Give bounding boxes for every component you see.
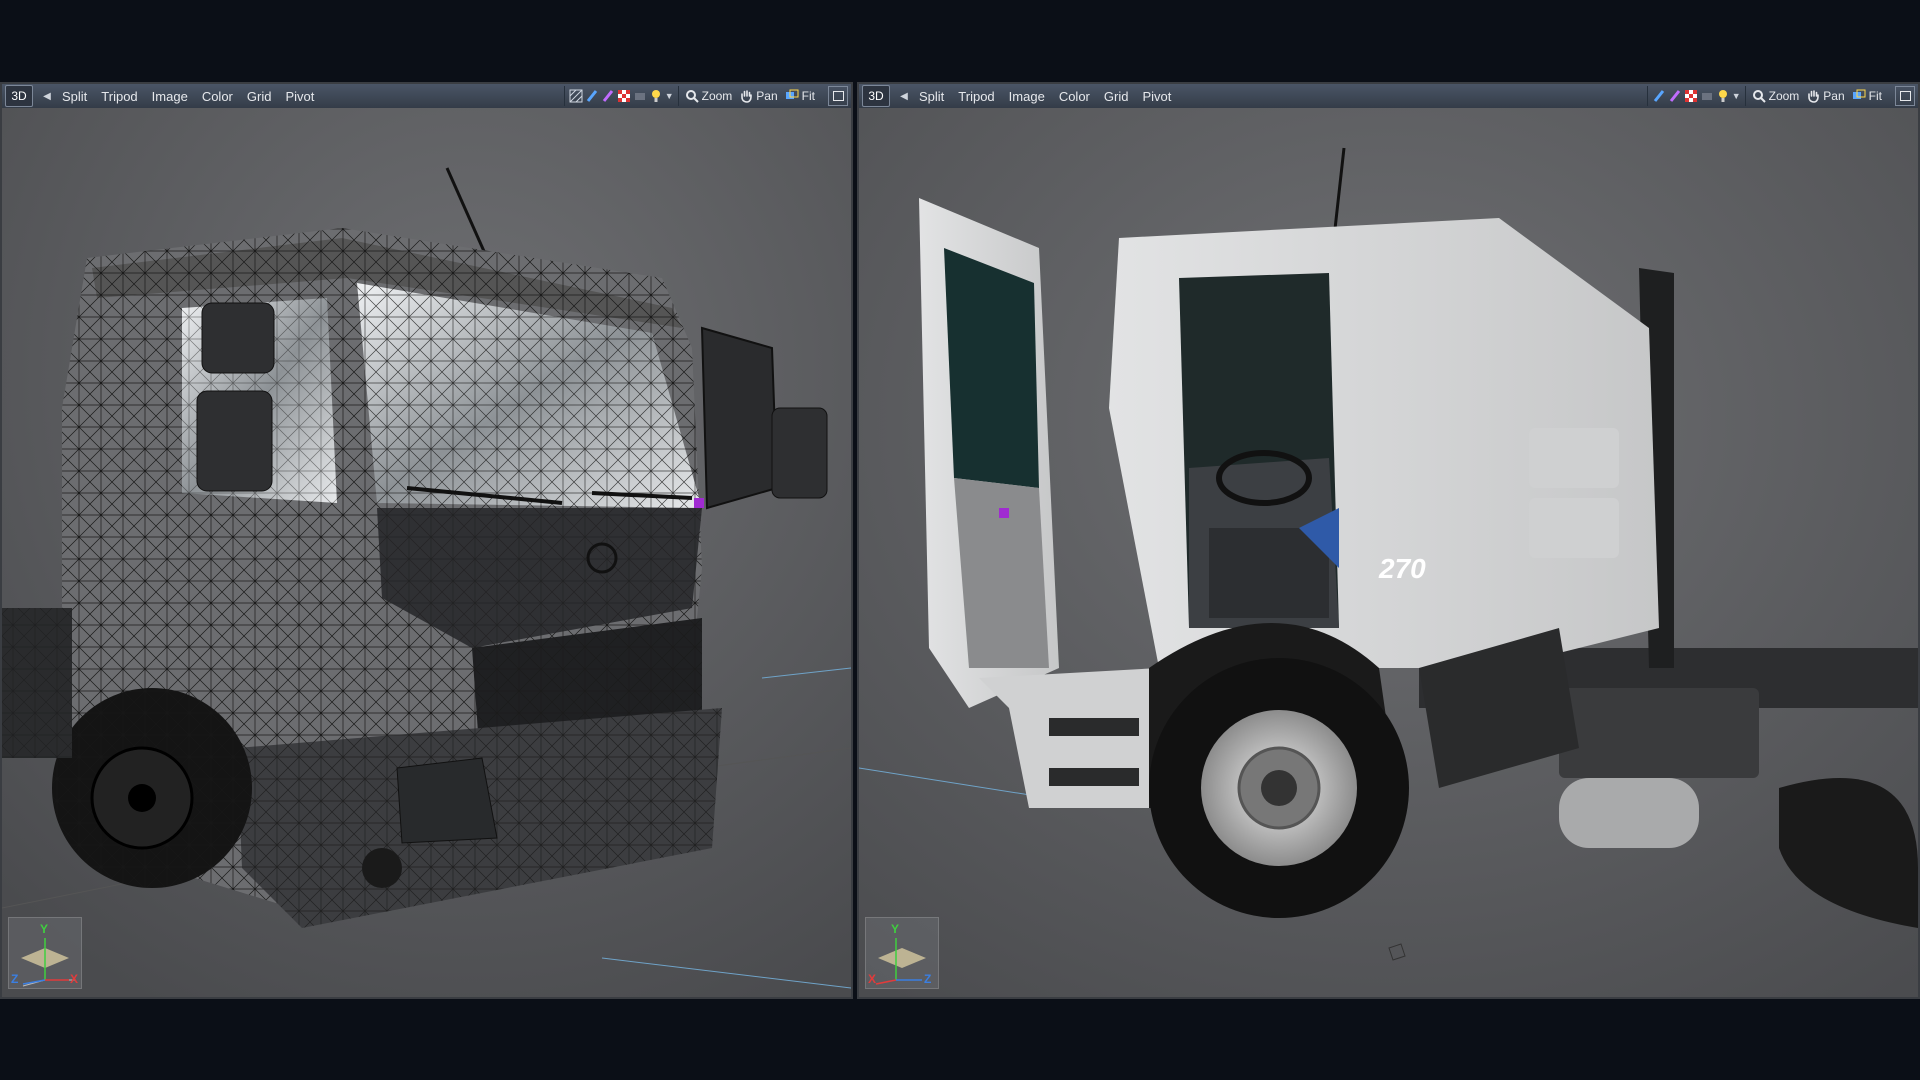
pan-button[interactable]: Pan — [756, 89, 777, 103]
menu-pivot[interactable]: Pivot — [278, 89, 321, 104]
dropdown-arrow-icon[interactable]: ▼ — [665, 91, 674, 101]
maximize-icon[interactable] — [1895, 86, 1915, 106]
fit-button[interactable]: Fit — [1869, 89, 1882, 103]
menu-grid[interactable]: Grid — [240, 89, 279, 104]
menu-image[interactable]: Image — [1002, 89, 1052, 104]
wireframe-truck-render — [2, 108, 851, 997]
camera-icon[interactable] — [633, 89, 647, 103]
axis-tripod[interactable]: Y Z X — [8, 917, 82, 989]
texture-mode-icon[interactable] — [1668, 89, 1682, 103]
dropdown-arrow-icon[interactable]: ▼ — [1732, 91, 1741, 101]
fit-icon[interactable] — [785, 89, 799, 103]
pan-button[interactable]: Pan — [1823, 89, 1844, 103]
axis-y-label: Y — [891, 922, 900, 936]
navigation-tools: Zoom Pan Fit — [677, 86, 825, 106]
model-badge-text: 270 — [1378, 553, 1426, 584]
left-arrow-icon[interactable]: ◀ — [896, 91, 912, 102]
left-arrow-icon[interactable]: ◀ — [39, 91, 55, 102]
viewport-toolbar: 3D ◀ Split Tripod Image Color Grid Pivot… — [2, 84, 851, 109]
solid-truck-render: 270 — [859, 108, 1918, 997]
menu-split[interactable]: Split — [912, 89, 951, 104]
texture-mode-icon[interactable] — [601, 89, 615, 103]
zoom-icon[interactable] — [1752, 89, 1766, 103]
pan-hand-icon[interactable] — [1806, 89, 1820, 103]
axis-tripod[interactable]: Y X Z — [865, 917, 939, 989]
fit-icon[interactable] — [1852, 89, 1866, 103]
menu-color[interactable]: Color — [1052, 89, 1097, 104]
zoom-button[interactable]: Zoom — [1769, 89, 1800, 103]
viewport-toolbar: 3D ◀ Split Tripod Image Color Grid Pivot… — [859, 84, 1918, 109]
axis-x-label: X — [868, 972, 877, 986]
menu-grid[interactable]: Grid — [1097, 89, 1136, 104]
axis-z-label: Z — [11, 972, 19, 986]
render-mode-tools: ▼ — [563, 86, 678, 106]
maximize-icon[interactable] — [828, 86, 848, 106]
wireframe-mode-icon[interactable] — [569, 89, 583, 103]
navigation-tools: Zoom Pan Fit — [1744, 86, 1892, 106]
menu-tripod[interactable]: Tripod — [94, 89, 144, 104]
menu-split[interactable]: Split — [55, 89, 94, 104]
shaded-mode-icon[interactable] — [585, 89, 599, 103]
scene-solid[interactable]: 270 Y X Z — [859, 108, 1918, 997]
zoom-button[interactable]: Zoom — [702, 89, 733, 103]
checker-icon[interactable] — [1684, 89, 1698, 103]
pan-hand-icon[interactable] — [739, 89, 753, 103]
menu-image[interactable]: Image — [145, 89, 195, 104]
axis-x-label: X — [70, 972, 79, 986]
fit-button[interactable]: Fit — [802, 89, 815, 103]
axis-y-label: Y — [40, 922, 49, 936]
menu-tripod[interactable]: Tripod — [951, 89, 1001, 104]
scene-wireframe[interactable]: Y Z X — [2, 108, 851, 997]
render-mode-tools: ▼ — [1646, 86, 1745, 106]
light-icon[interactable] — [1716, 89, 1730, 103]
light-icon[interactable] — [649, 89, 663, 103]
mode-3d-button[interactable]: 3D — [5, 85, 33, 107]
checker-icon[interactable] — [617, 89, 631, 103]
zoom-icon[interactable] — [685, 89, 699, 103]
camera-icon[interactable] — [1700, 89, 1714, 103]
viewport-right[interactable]: 3D ◀ Split Tripod Image Color Grid Pivot… — [857, 82, 1920, 999]
viewport-left[interactable]: 3D ◀ Split Tripod Image Color Grid Pivot… — [0, 82, 853, 999]
mode-3d-button[interactable]: 3D — [862, 85, 890, 107]
menu-pivot[interactable]: Pivot — [1135, 89, 1178, 104]
shaded-mode-icon[interactable] — [1652, 89, 1666, 103]
menu-color[interactable]: Color — [195, 89, 240, 104]
axis-z-label: Z — [924, 972, 932, 986]
